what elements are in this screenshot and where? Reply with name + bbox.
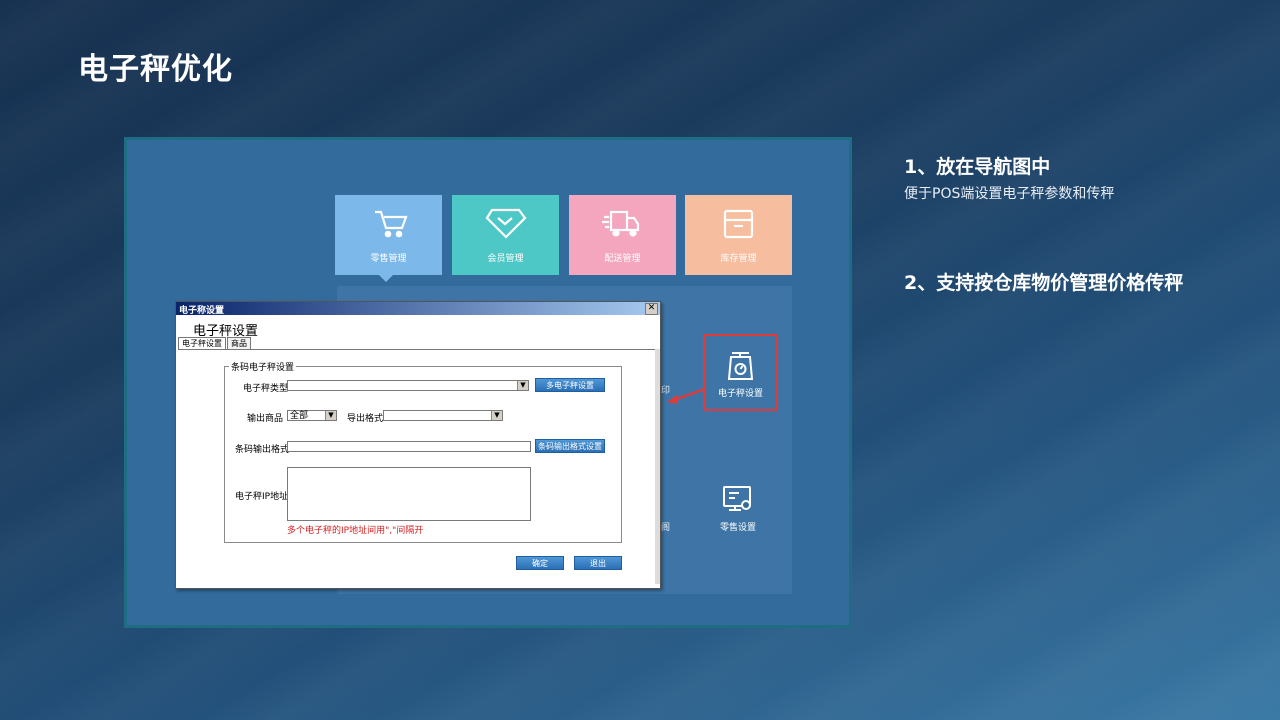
scale-settings-dialog: 电子称设置 ✕ 电子秤设置 电子秤设置 商品 条码电子秤设置 电子秤类型 ▼ 多… <box>175 301 661 589</box>
scale-icon <box>727 352 754 380</box>
truck-icon <box>602 210 640 237</box>
nav-item-label: 零售设置 <box>719 523 756 533</box>
tile-pointer <box>378 274 394 282</box>
nav-item-scale-settings[interactable]: 电子秤设置 <box>703 334 778 411</box>
tile-retail-management[interactable]: 零售管理 <box>335 195 442 275</box>
scale-type-label: 电子秤类型 <box>243 384 289 394</box>
barcode-format-input[interactable] <box>287 441 531 452</box>
cart-icon <box>375 210 408 238</box>
nav-item-fragment: 阁 <box>661 523 671 533</box>
scale-type-select[interactable]: ▼ <box>287 380 529 391</box>
barcode-scale-group: 条码电子秤设置 电子秤类型 ▼ 多电子秤设置 输出商品 全部 ▼ 导出格式 ▼ … <box>224 360 622 543</box>
dialog-tabs: 电子秤设置 商品 <box>178 337 252 349</box>
dialog-right-edge <box>655 349 660 584</box>
tile-delivery-management[interactable]: 配送管理 <box>569 195 676 275</box>
dialog-body: 条码电子秤设置 电子秤类型 ▼ 多电子秤设置 输出商品 全部 ▼ 导出格式 ▼ … <box>178 349 660 585</box>
dialog-window-title: 电子称设置 <box>179 306 225 316</box>
tab-goods[interactable]: 商品 <box>227 337 251 349</box>
nav-item-retail-settings[interactable]: 零售设置 <box>708 484 768 534</box>
box-icon <box>723 209 754 239</box>
tab-scale-settings[interactable]: 电子秤设置 <box>178 337 226 349</box>
monitor-gear-icon <box>723 486 751 511</box>
tile-label: 会员管理 <box>487 254 524 264</box>
tile-label: 库存管理 <box>720 254 757 264</box>
exit-button[interactable]: 退出 <box>574 556 622 570</box>
multi-scale-settings-button[interactable]: 多电子秤设置 <box>535 378 605 392</box>
tile-label: 配送管理 <box>604 254 641 264</box>
slide-title: 电子秤优化 <box>78 52 233 87</box>
export-format-label: 导出格式 <box>347 414 384 424</box>
chevron-down-icon: ▼ <box>517 381 528 390</box>
close-icon[interactable]: ✕ <box>645 303 658 315</box>
ip-hint-text: 多个电子秤的IP地址间用","间隔开 <box>287 526 424 536</box>
scale-ip-textarea[interactable] <box>287 467 531 521</box>
tile-member-management[interactable]: 会员管理 <box>452 195 559 275</box>
chevron-down-icon: ▼ <box>491 411 502 420</box>
dialog-titlebar[interactable]: 电子称设置 ✕ <box>176 302 660 316</box>
chevron-down-icon: ▼ <box>325 411 336 420</box>
export-format-select[interactable]: ▼ <box>383 410 503 421</box>
point-1-desc: 便于POS端设置电子秤参数和传秤 <box>904 186 1115 202</box>
barcode-format-settings-button[interactable]: 条码输出格式设置 <box>535 439 605 453</box>
tile-stock-management[interactable]: 库存管理 <box>685 195 792 275</box>
red-arrow-icon <box>667 387 706 404</box>
ok-button[interactable]: 确定 <box>516 556 564 570</box>
nav-item-label: 电子秤设置 <box>717 389 763 399</box>
scale-ip-label: 电子秤IP地址 <box>235 492 289 502</box>
point-2-title: 2、支持按仓库物价管理价格传秤 <box>904 272 1184 294</box>
group-title: 条码电子秤设置 <box>229 360 297 373</box>
barcode-format-label: 条码输出格式 <box>235 445 290 455</box>
output-goods-value: 全部 <box>290 411 309 421</box>
output-goods-label: 输出商品 <box>247 414 284 424</box>
diamond-icon <box>485 208 527 239</box>
tile-label: 零售管理 <box>370 254 407 264</box>
point-1-title: 1、放在导航图中 <box>904 156 1051 178</box>
output-goods-select[interactable]: 全部 ▼ <box>287 410 337 421</box>
